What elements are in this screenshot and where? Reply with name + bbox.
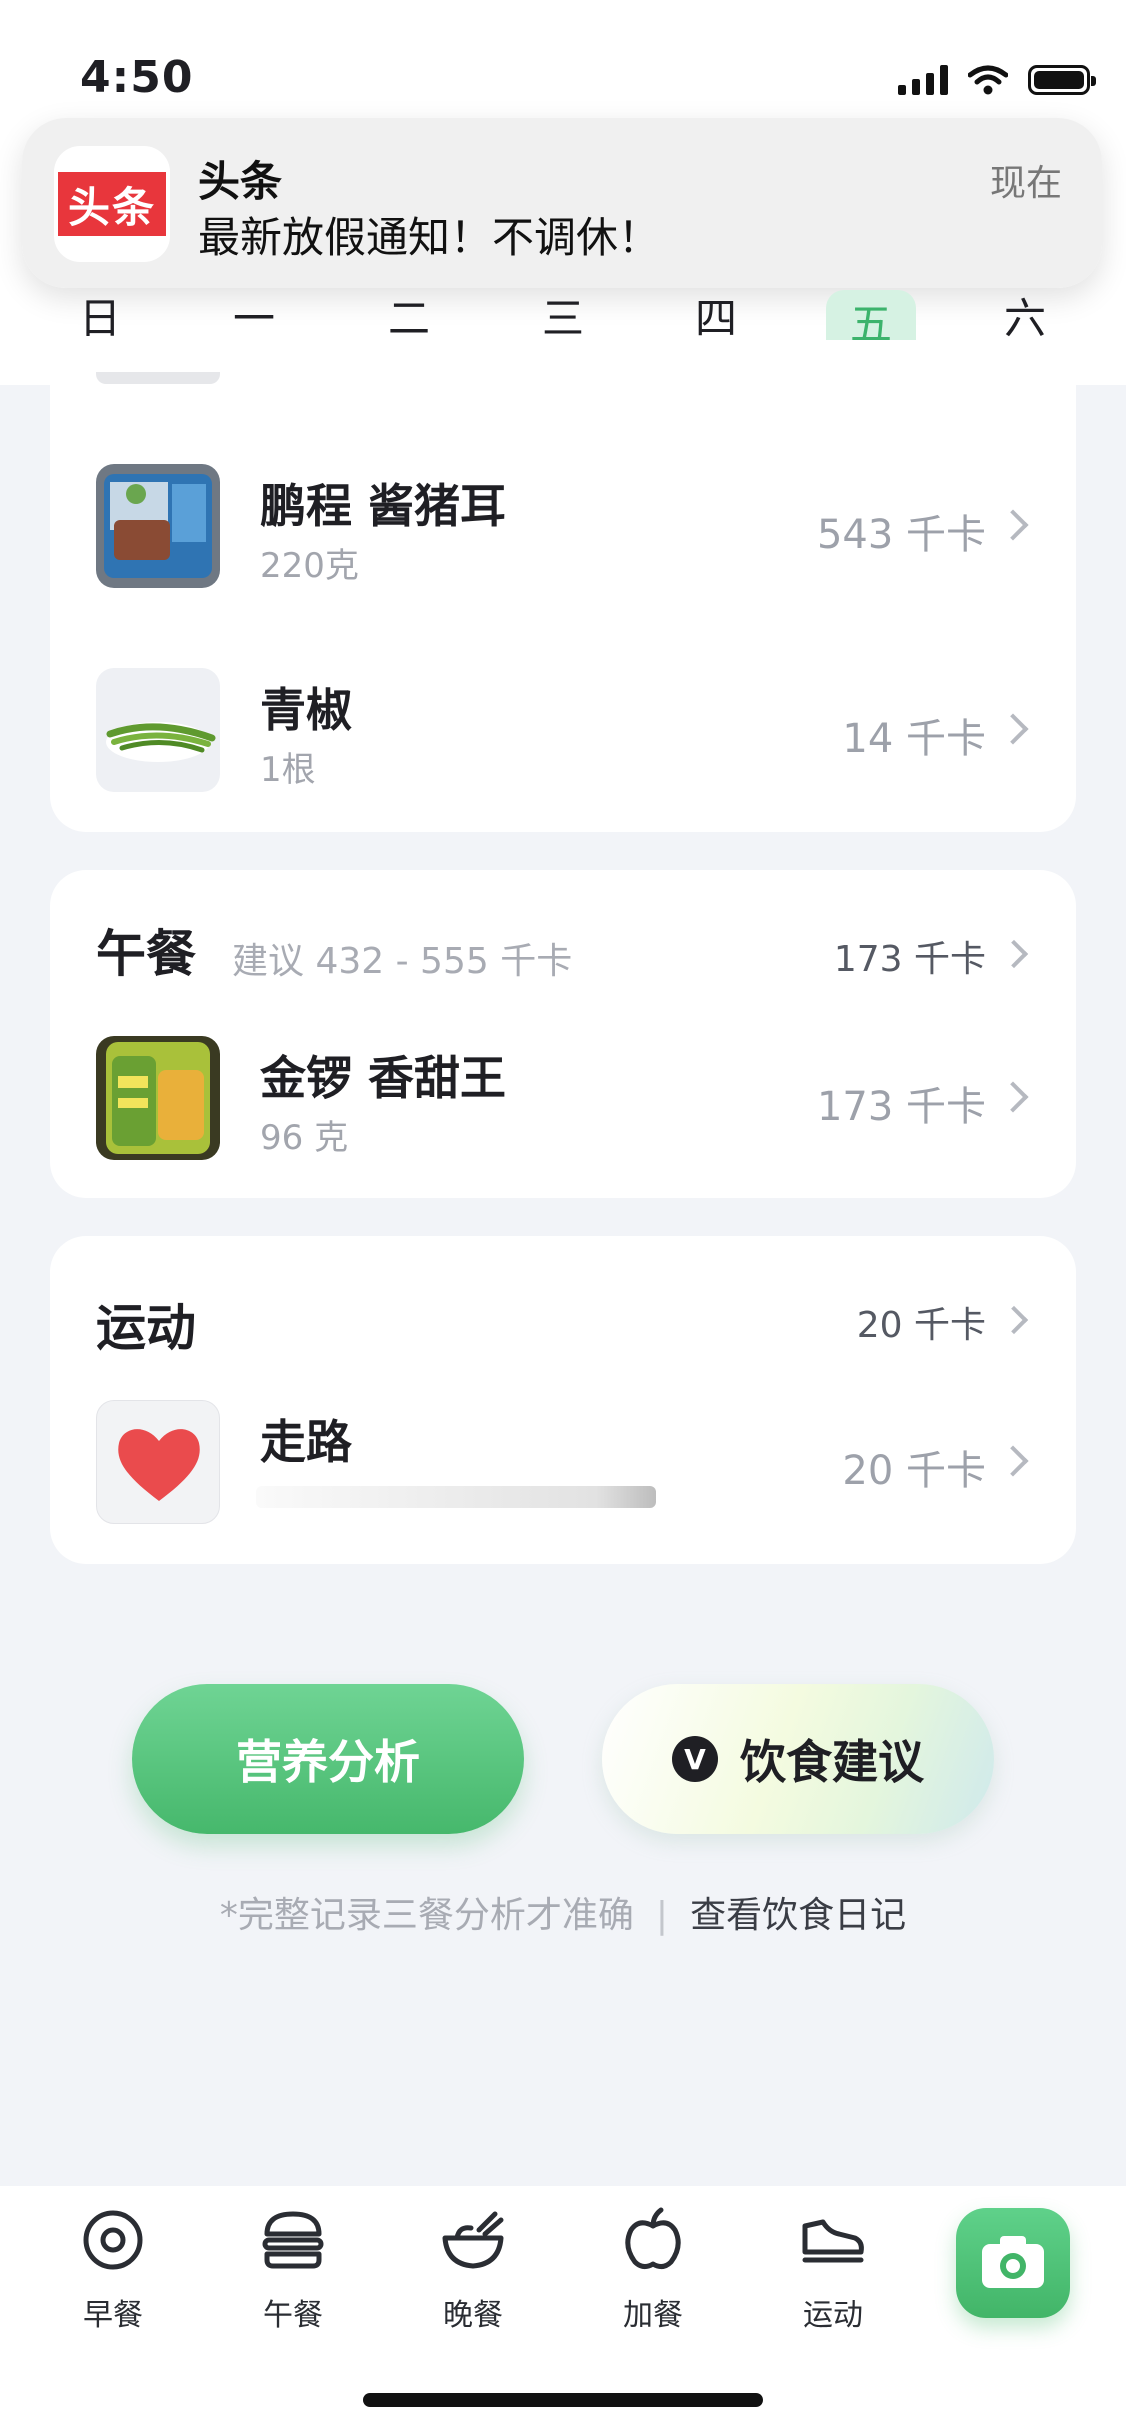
tab-exercise[interactable]: 运动 [773, 2206, 893, 2334]
tab-label: 晚餐 [443, 2298, 503, 2333]
toutiao-app-logo: 头条 [54, 146, 170, 262]
food-amount: 96 克 [260, 1118, 349, 1158]
footer-note: *完整记录三餐分析才准确 | 查看饮食日记 [0, 1886, 1126, 1938]
lunch-card: 午餐 建议 432 - 555 千卡 173 千卡 金锣 香甜王 96 克 17… [50, 870, 1076, 1198]
notification-time: 现在 [989, 163, 1062, 204]
tab-lunch[interactable]: 午餐 [233, 2206, 353, 2334]
chevron-right-icon [999, 939, 1029, 969]
redacted-detail [256, 1486, 656, 1508]
diet-advice-button[interactable]: V 饮食建议 [602, 1684, 994, 1834]
diet-advice-label: 饮食建议 [740, 1735, 924, 1789]
food-amount: 220克 [260, 546, 359, 586]
exercise-header[interactable]: 运动 20 千卡 [50, 1236, 1076, 1357]
camera-icon [982, 2236, 1044, 2288]
battery-icon [1028, 65, 1096, 95]
food-row-pig-ear[interactable]: 鹏程 酱猪耳 220克 543 千卡 [50, 464, 1076, 594]
exercise-card: 运动 20 千卡 走路 20 千卡 [50, 1236, 1076, 1564]
exercise-name: 走路 [260, 1415, 352, 1469]
status-icons [898, 62, 1096, 98]
section-total-kcal: 173 千卡 [833, 939, 986, 980]
cellular-signal-icon [898, 65, 948, 95]
accuracy-note: *完整记录三餐分析才准确 [219, 1895, 634, 1936]
sneaker-icon [802, 2219, 864, 2263]
food-row-sausage[interactable]: 金锣 香甜王 96 克 173 千卡 [50, 1036, 1076, 1166]
nutrition-analysis-button[interactable]: 营养分析 [132, 1684, 524, 1834]
tab-label: 加餐 [623, 2298, 683, 2333]
tab-label: 运动 [803, 2298, 863, 2333]
tab-breakfast[interactable]: 早餐 [53, 2206, 173, 2334]
food-amount: 1根 [260, 750, 316, 790]
tab-dinner[interactable]: 晚餐 [413, 2206, 533, 2334]
food-kcal: 14 千卡 [842, 716, 986, 762]
status-time: 4:50 [80, 52, 194, 103]
wifi-icon [968, 65, 1008, 95]
bowl-icon [442, 2211, 504, 2269]
heart-icon [96, 1400, 220, 1524]
notification-app-name: 头条 [198, 157, 283, 206]
chevron-right-icon [997, 1445, 1029, 1477]
view-diary-link[interactable]: 查看饮食日记 [690, 1895, 906, 1936]
section-title: 运动 [96, 1299, 196, 1357]
food-name: 鹏程 酱猪耳 [260, 479, 507, 533]
pig-ear-thumbnail [96, 464, 220, 588]
camera-button[interactable] [956, 2208, 1070, 2318]
chevron-right-icon [999, 1305, 1029, 1335]
apple-icon [625, 2207, 681, 2270]
section-title: 午餐 [96, 925, 196, 983]
exercise-kcal: 20 千卡 [842, 1448, 986, 1494]
notification-message: 最新放假通知！不调休！ [198, 213, 661, 262]
calorie-suggestion: 建议 432 - 555 千卡 [232, 941, 573, 982]
sausage-thumbnail [96, 1036, 220, 1160]
section-total-kcal: 20 千卡 [856, 1305, 986, 1346]
chevron-right-icon [997, 1081, 1029, 1113]
food-kcal: 543 千卡 [816, 512, 986, 558]
green-pepper-thumbnail [96, 668, 220, 792]
food-row-green-pepper[interactable]: 青椒 1根 14 千卡 [50, 668, 1076, 798]
partial-thumbnail [96, 372, 220, 384]
home-indicator [363, 2393, 763, 2407]
food-name: 金锣 香甜王 [260, 1051, 507, 1105]
breakfast-card: 鹏程 酱猪耳 220克 543 千卡 青椒 1根 14 千卡 [50, 340, 1076, 832]
tab-label: 午餐 [263, 2298, 323, 2333]
lunch-header[interactable]: 午餐 建议 432 - 555 千卡 173 千卡 [50, 870, 1076, 990]
food-kcal: 173 千卡 [816, 1084, 986, 1130]
notification-banner[interactable]: 头条 头条 最新放假通知！不调休！ 现在 [22, 118, 1102, 288]
food-name: 青椒 [260, 683, 352, 737]
donut-icon [83, 2210, 143, 2270]
tab-snack[interactable]: 加餐 [593, 2206, 713, 2334]
chevron-right-icon [997, 713, 1029, 745]
exercise-row-walking[interactable]: 走路 20 千卡 [50, 1400, 1076, 1530]
tab-label: 早餐 [83, 2298, 143, 2333]
chevron-right-icon [997, 509, 1029, 541]
burger-icon [262, 2211, 324, 2269]
v-logo-icon: V [672, 1736, 718, 1782]
separator: | [655, 1895, 669, 1936]
